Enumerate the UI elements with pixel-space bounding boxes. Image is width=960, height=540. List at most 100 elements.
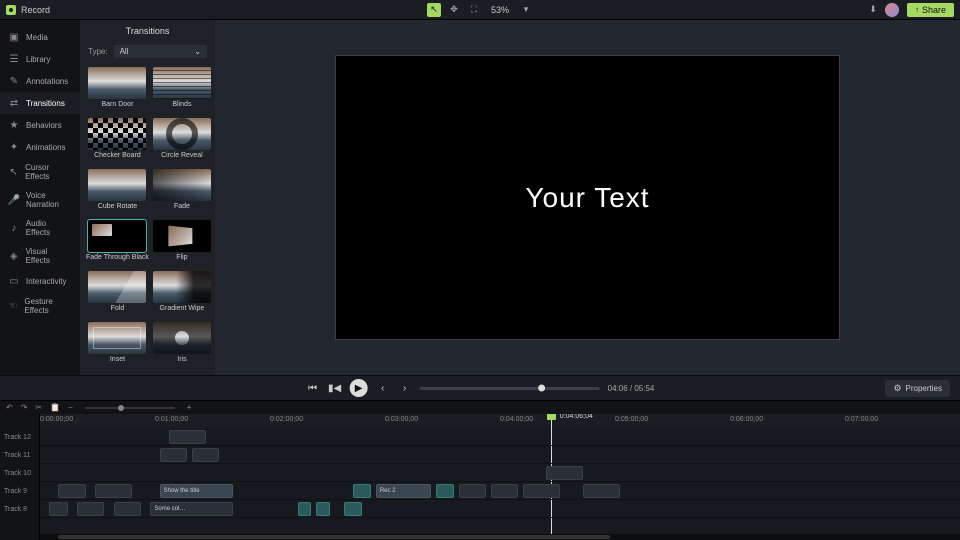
nav-item-visual-effects[interactable]: ◈Visual Effects xyxy=(0,242,80,270)
nav-item-transitions[interactable]: ⇄Transitions xyxy=(0,92,80,114)
interactivity-icon: ▭ xyxy=(8,275,20,287)
transition-fold[interactable]: Fold xyxy=(86,271,149,318)
transitions-panel: Transitions Type: All⌄ Barn DoorBlindsCh… xyxy=(80,20,215,375)
clip[interactable] xyxy=(353,484,371,498)
clip[interactable]: Some col… xyxy=(150,502,233,516)
ruler-tick: 0:01:00;00 xyxy=(155,416,188,423)
canvas-area: Your Text xyxy=(215,20,960,375)
cut-icon[interactable]: ✂ xyxy=(35,403,42,412)
transition-iris[interactable]: Iris xyxy=(153,322,211,369)
audio-effects-icon: ♪ xyxy=(8,222,20,234)
track-row[interactable] xyxy=(40,446,960,464)
clip[interactable] xyxy=(523,484,560,498)
clip[interactable] xyxy=(77,502,105,516)
preview-stage[interactable]: Your Text xyxy=(335,55,840,340)
clip[interactable] xyxy=(58,484,86,498)
step-back-button[interactable]: ▮◀ xyxy=(328,381,342,395)
clip[interactable]: Show the title xyxy=(160,484,234,498)
track-label[interactable]: Track 9 xyxy=(0,482,39,500)
paste-icon[interactable]: 📋 xyxy=(50,403,60,412)
track-label[interactable]: Track 10 xyxy=(0,464,39,482)
time-ruler[interactable]: 0:00:00;000:01:00;000:02:00;000:03:00;00… xyxy=(40,414,960,428)
nav-item-media[interactable]: ▣Media xyxy=(0,26,80,48)
nav-item-gesture-effects[interactable]: ☜Gesture Effects xyxy=(0,292,80,320)
download-icon[interactable]: ⬇ xyxy=(869,4,877,15)
transitions-grid: Barn DoorBlindsChecker BoardCircle Revea… xyxy=(80,61,215,375)
voice-narration-icon: 🎤 xyxy=(8,194,20,206)
clip[interactable] xyxy=(344,502,362,516)
transition-name: Cube Rotate xyxy=(98,203,137,210)
record-label[interactable]: Record xyxy=(21,5,50,15)
select-tool-icon[interactable]: ↖ xyxy=(427,3,441,17)
clip[interactable] xyxy=(298,502,312,516)
transition-thumb xyxy=(88,322,146,354)
transition-thumb xyxy=(153,118,211,150)
transition-circle-reveal[interactable]: Circle Reveal xyxy=(153,118,211,165)
hand-tool-icon[interactable]: ✥ xyxy=(447,3,461,17)
clip[interactable] xyxy=(95,484,132,498)
track-row[interactable]: Show the title Rec 2 xyxy=(40,482,960,500)
clip[interactable] xyxy=(436,484,454,498)
transition-barn-door[interactable]: Barn Door xyxy=(86,67,149,114)
type-select[interactable]: All⌄ xyxy=(114,45,207,58)
transition-name: Iris xyxy=(177,356,186,363)
transition-fade-through-black[interactable]: Fade Through Black xyxy=(86,220,149,267)
share-button[interactable]: Share xyxy=(907,3,954,17)
track-label[interactable]: Track 8 xyxy=(0,500,39,518)
crop-tool-icon[interactable]: ⛶ xyxy=(467,3,481,17)
clip[interactable] xyxy=(114,502,142,516)
nav-item-cursor-effects[interactable]: ↖Cursor Effects xyxy=(0,158,80,186)
clip[interactable] xyxy=(316,502,330,516)
clip[interactable] xyxy=(192,448,220,462)
nav-item-annotations[interactable]: ✎Annotations xyxy=(0,70,80,92)
timeline-toolbar: ↶ ↷ ✂ 📋 − + xyxy=(0,400,960,414)
track-row[interactable] xyxy=(40,428,960,446)
play-button[interactable]: ▶ xyxy=(350,379,368,397)
clip[interactable] xyxy=(583,484,620,498)
track-label[interactable]: Track 12 xyxy=(0,428,39,446)
nav-item-interactivity[interactable]: ▭Interactivity xyxy=(0,270,80,292)
transition-inset[interactable]: Inset xyxy=(86,322,149,369)
record-icon[interactable] xyxy=(6,5,16,15)
nav-item-behaviors[interactable]: ★Behaviors xyxy=(0,114,80,136)
track-row[interactable]: Some col… xyxy=(40,500,960,518)
prev-marker-button[interactable]: ‹ xyxy=(376,381,390,395)
transition-cube-rotate[interactable]: Cube Rotate xyxy=(86,169,149,216)
zoom-out-icon[interactable]: − xyxy=(68,403,73,412)
properties-button[interactable]: Properties xyxy=(885,380,950,397)
transition-fade[interactable]: Fade xyxy=(153,169,211,216)
zoom-in-icon[interactable]: + xyxy=(187,403,192,412)
clip[interactable] xyxy=(546,466,583,480)
clip[interactable] xyxy=(160,448,188,462)
clip[interactable]: Rec 2 xyxy=(376,484,431,498)
timeline-scrollbar[interactable] xyxy=(40,534,960,540)
track-row[interactable] xyxy=(40,464,960,482)
nav-item-animations[interactable]: ✦Animations xyxy=(0,136,80,158)
clip[interactable] xyxy=(491,484,519,498)
scrubber-handle[interactable] xyxy=(539,385,546,392)
zoom-level[interactable]: 53% xyxy=(487,5,513,15)
nav-item-library[interactable]: ☰Library xyxy=(0,48,80,70)
clip[interactable] xyxy=(459,484,487,498)
clip[interactable] xyxy=(169,430,206,444)
transition-checker-board[interactable]: Checker Board xyxy=(86,118,149,165)
next-marker-button[interactable]: › xyxy=(398,381,412,395)
transition-flip[interactable]: Flip xyxy=(153,220,211,267)
avatar[interactable] xyxy=(885,3,899,17)
zoom-dropdown-icon[interactable]: ▾ xyxy=(519,3,533,17)
nav-item-voice-narration[interactable]: 🎤Voice Narration xyxy=(0,186,80,214)
nav-item-audio-effects[interactable]: ♪Audio Effects xyxy=(0,214,80,242)
media-icon: ▣ xyxy=(8,31,20,43)
prev-frame-button[interactable]: ⏮ xyxy=(306,381,320,395)
zoom-slider[interactable] xyxy=(85,407,175,409)
scrubber[interactable] xyxy=(420,387,600,390)
transition-gradient-wipe[interactable]: Gradient Wipe xyxy=(153,271,211,318)
redo-icon[interactable]: ↷ xyxy=(21,403,28,412)
transition-thumb xyxy=(88,169,146,201)
visual-effects-icon: ◈ xyxy=(8,250,20,262)
undo-icon[interactable]: ↶ xyxy=(6,403,13,412)
track-label[interactable]: Track 11 xyxy=(0,446,39,464)
transition-blinds[interactable]: Blinds xyxy=(153,67,211,114)
clip[interactable] xyxy=(49,502,67,516)
left-nav: ▣Media☰Library✎Annotations⇄Transitions★B… xyxy=(0,20,80,375)
